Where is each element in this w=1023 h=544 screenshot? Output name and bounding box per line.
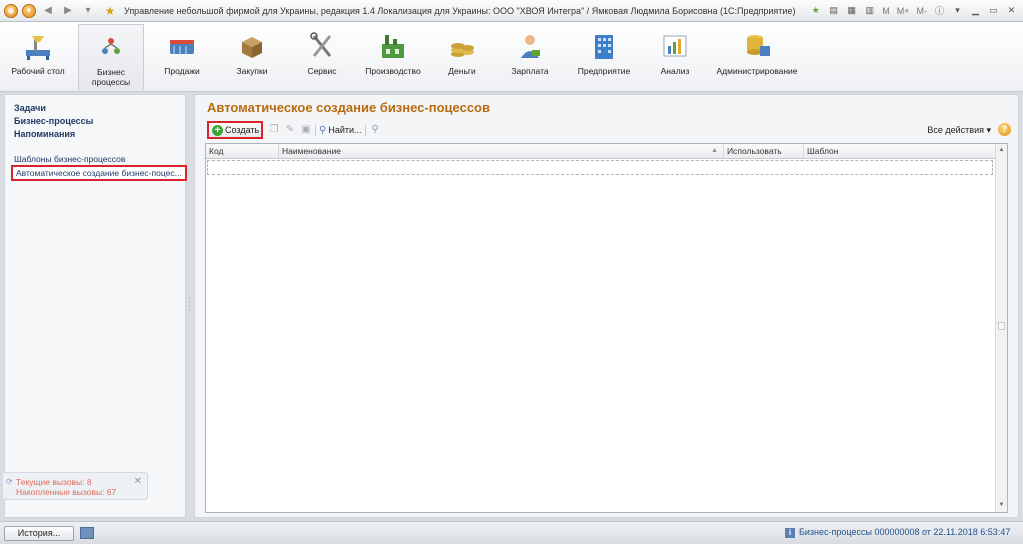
info-icon[interactable]: ⓘ: [932, 3, 947, 18]
favorites-star-icon[interactable]: ★: [102, 4, 118, 18]
service-icon: [306, 30, 338, 62]
salary-icon: [514, 30, 546, 62]
history-button[interactable]: История...: [4, 526, 74, 541]
section-sales[interactable]: Продажи: [150, 24, 214, 90]
production-icon: [377, 30, 409, 62]
vertical-scrollbar[interactable]: ▲ ▼: [995, 144, 1007, 512]
help-icon[interactable]: ?: [998, 123, 1011, 136]
nav-reminders[interactable]: Напоминания: [14, 129, 75, 139]
window-title: Управление небольшой фирмой для Украины,…: [124, 5, 796, 16]
back-arrow-icon[interactable]: ◀: [40, 4, 56, 18]
column-code[interactable]: Код: [206, 144, 279, 159]
scroll-thumb[interactable]: [998, 322, 1005, 330]
calendar-icon[interactable]: ▦: [844, 3, 859, 18]
memory-minus-button[interactable]: M-: [915, 6, 930, 16]
column-name[interactable]: Наименование: [279, 144, 724, 159]
cancel-search-icon[interactable]: ⚲: [369, 124, 381, 136]
copy-icon[interactable]: ❐: [268, 124, 280, 136]
enterprise-icon: [588, 30, 620, 62]
maximize-icon[interactable]: ▭: [986, 3, 1001, 18]
main-content: Автоматическое создание бизнес-поцессов …: [194, 94, 1019, 518]
all-actions-menu[interactable]: Все действия ▾: [927, 125, 991, 136]
find-label: Найти...: [328, 125, 362, 135]
accumulated-calls: Накопленные вызовы: 67: [16, 487, 117, 497]
scroll-down-icon[interactable]: ▼: [996, 500, 1007, 511]
delete-mark-icon[interactable]: ▣: [300, 124, 312, 136]
minimize-icon[interactable]: ▁: [968, 3, 983, 18]
edit-pencil-icon[interactable]: ✎: [284, 124, 296, 136]
forward-arrow-icon[interactable]: ▶: [60, 4, 76, 18]
history-list-icon[interactable]: ▤: [826, 3, 841, 18]
info-icon: i: [785, 528, 795, 538]
scroll-up-icon[interactable]: ▲: [996, 145, 1007, 156]
column-template[interactable]: Шаблон: [804, 144, 996, 159]
sort-ascending-icon: ▲: [711, 147, 718, 154]
navigation-panel: Задачи Бизнес-процессы Напоминания Шабло…: [4, 94, 187, 518]
favorites-add-icon[interactable]: ★: [808, 3, 823, 18]
section-money[interactable]: Деньги: [432, 24, 492, 90]
section-production[interactable]: Производство: [360, 24, 426, 90]
analysis-icon: [659, 30, 691, 62]
command-bar: + Создать ❐ ✎ ▣ ⚲ Найти... ⚲ Все действи…: [205, 120, 1013, 140]
find-button[interactable]: ⚲ Найти...: [319, 122, 362, 138]
app-menu-icon[interactable]: ◉: [4, 3, 18, 18]
calls-icon: ⟳: [6, 477, 13, 486]
memory-button[interactable]: M: [880, 6, 892, 16]
table-row[interactable]: [207, 160, 993, 175]
page-title: Автоматическое создание бизнес-поцессов: [207, 100, 490, 115]
dropdown-arrow-icon[interactable]: ▾: [80, 4, 96, 18]
separator: [315, 125, 316, 136]
section-analysis[interactable]: Анализ: [644, 24, 706, 90]
sections-panel: Рабочий стол Бизнес процессы Продажи Зак…: [0, 22, 1023, 92]
table-header: Код Наименование ▲ Использовать Шаблон: [206, 144, 996, 159]
title-bar: ◉ ▾ ◀ ▶ ▾ ★ Управление небольшой фирмой …: [0, 0, 1023, 22]
current-calls: Текущие вызовы: 8: [16, 477, 92, 487]
section-salary[interactable]: Зарплата: [498, 24, 562, 90]
money-icon: [446, 30, 478, 62]
section-desktop[interactable]: Рабочий стол: [6, 24, 70, 90]
create-label: Создать: [225, 125, 260, 135]
nav-tasks[interactable]: Задачи: [14, 103, 46, 113]
memory-plus-button[interactable]: M+: [895, 6, 912, 16]
separator: [365, 125, 366, 136]
sales-icon: [166, 30, 198, 62]
panel-splitter[interactable]: · · · ·: [188, 294, 191, 316]
calculator-icon[interactable]: ▥: [862, 3, 877, 18]
main-menu-icon[interactable]: ▾: [22, 3, 36, 18]
calls-panel: ⟳ Текущие вызовы: 8 Накопленные вызовы: …: [2, 472, 148, 500]
section-service[interactable]: Сервис: [290, 24, 354, 90]
section-purchases[interactable]: Закупки: [220, 24, 284, 90]
close-icon[interactable]: ✕: [134, 476, 142, 487]
create-button[interactable]: + Создать: [207, 121, 263, 139]
nav-business-processes[interactable]: Бизнес-процессы: [14, 116, 93, 126]
purchases-icon: [236, 30, 268, 62]
section-administration[interactable]: Администрирование: [712, 24, 802, 90]
status-bar: История... i Бизнес-процессы 000000008 о…: [0, 521, 1023, 544]
close-icon[interactable]: ✕: [1004, 3, 1019, 18]
settings-dropdown-icon[interactable]: ▾: [950, 3, 965, 18]
nav-templates[interactable]: Шаблоны бизнес-процессов: [14, 154, 125, 164]
column-use[interactable]: Использовать: [724, 144, 804, 159]
data-table: Код Наименование ▲ Использовать Шаблон ▲…: [205, 143, 1008, 513]
section-business-processes[interactable]: Бизнес процессы: [78, 24, 144, 90]
plus-icon: +: [212, 124, 223, 136]
search-icon: ⚲: [319, 124, 327, 136]
business-process-icon: [95, 31, 127, 63]
administration-icon: [741, 30, 773, 62]
desk-icon: [22, 30, 54, 62]
status-message[interactable]: Бизнес-процессы 000000008 от 22.11.2018 …: [799, 527, 1010, 537]
section-enterprise[interactable]: Предприятие: [570, 24, 638, 90]
nav-auto-creation[interactable]: Автоматическое создание бизнес-поцес...: [11, 165, 187, 181]
window-list-icon[interactable]: [80, 527, 94, 539]
